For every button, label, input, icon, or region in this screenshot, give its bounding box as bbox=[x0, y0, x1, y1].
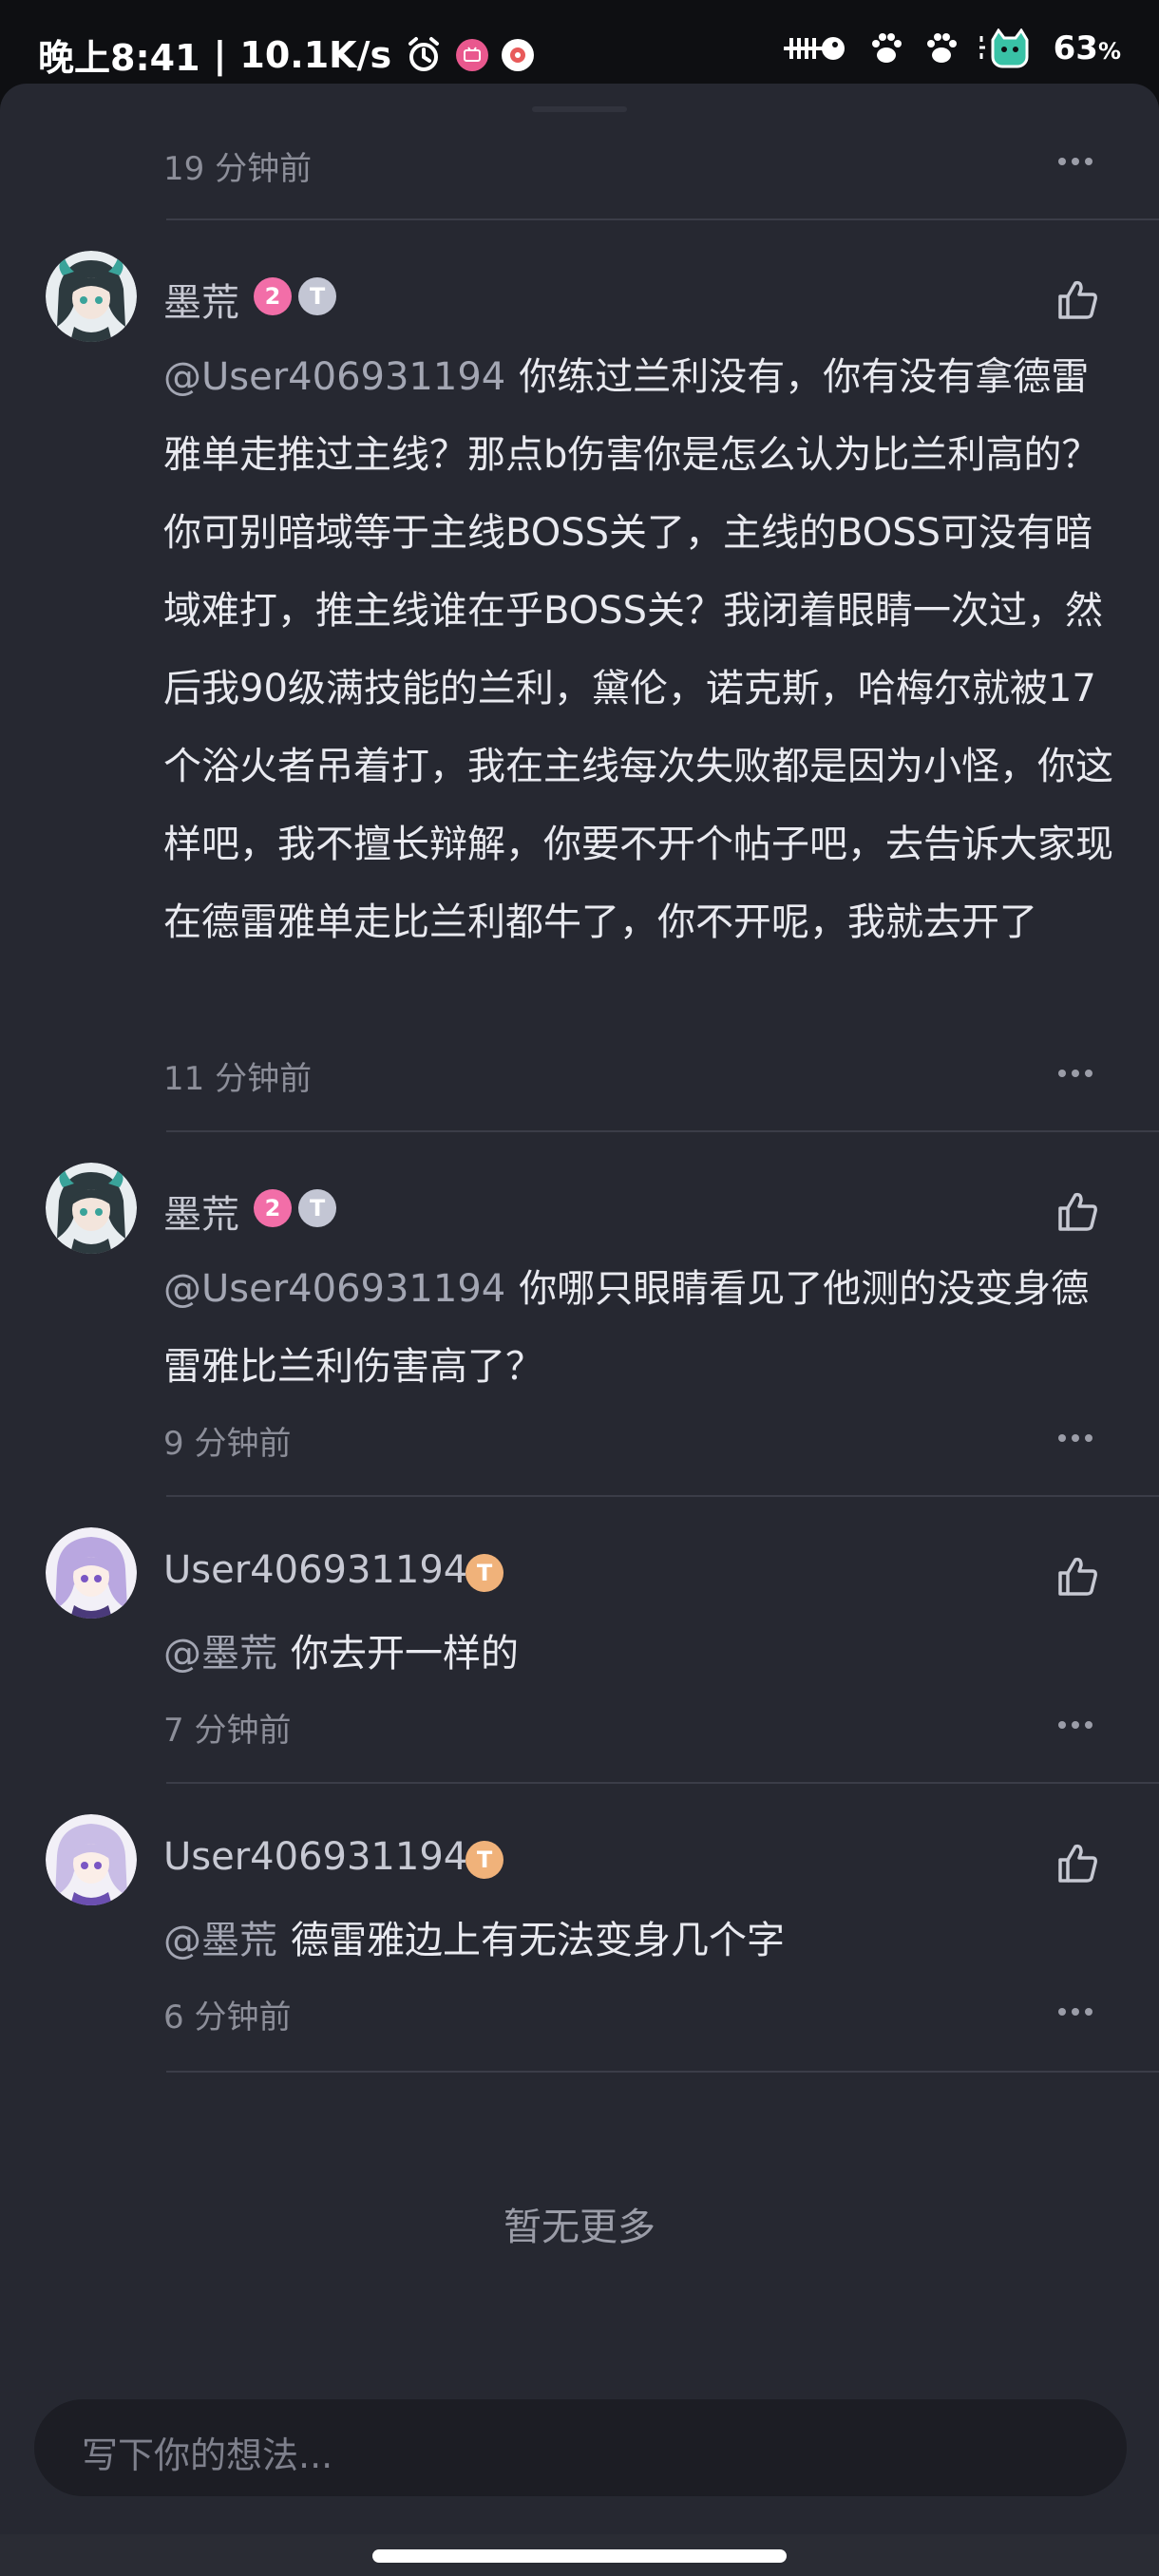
divider bbox=[166, 2071, 1159, 2073]
app-notification-icon-2 bbox=[502, 38, 535, 71]
status-time: 晚上8:41 bbox=[38, 37, 200, 79]
level-badge: 2 bbox=[254, 1189, 292, 1227]
avatar[interactable] bbox=[46, 251, 137, 342]
status-separator: | bbox=[213, 33, 227, 76]
app-notification-icon bbox=[456, 38, 489, 71]
status-left: 晚上8:41 | 10.1K/s bbox=[38, 28, 535, 81]
alarm-icon bbox=[405, 36, 443, 74]
comment-time: 6 分钟前 bbox=[163, 1998, 292, 2036]
cat-battery-icon bbox=[978, 28, 1036, 68]
comment-body: 你练过兰利没有，你有没有拿德雷雅单走推过主线？那点b伤害你是怎么认为比兰利高的？… bbox=[163, 355, 1113, 944]
sheet-drag-handle[interactable] bbox=[532, 106, 627, 112]
divider bbox=[166, 1130, 1159, 1132]
avatar[interactable] bbox=[46, 1527, 137, 1619]
divider bbox=[166, 218, 1159, 220]
divider bbox=[166, 1782, 1159, 1784]
username[interactable]: User406931194 bbox=[163, 1835, 467, 1879]
title-badge: T bbox=[466, 1841, 504, 1879]
mention-link[interactable]: @墨荒 bbox=[163, 1919, 277, 1962]
paw-icon bbox=[867, 29, 905, 67]
avatar[interactable] bbox=[46, 1814, 137, 1905]
divider bbox=[166, 1495, 1159, 1497]
mention-link[interactable]: @墨荒 bbox=[163, 1632, 277, 1676]
home-gesture-bar[interactable] bbox=[372, 2549, 787, 2563]
level-badge: 2 bbox=[254, 277, 292, 315]
username[interactable]: 墨荒 bbox=[163, 1184, 239, 1239]
status-right: 63% bbox=[780, 28, 1121, 68]
no-more-text: 暂无更多 bbox=[504, 2206, 656, 2249]
comment-text: @墨荒 德雷雅边上有无法变身几个字 bbox=[163, 1902, 1113, 1979]
comment-time: 19 分钟前 bbox=[163, 150, 313, 188]
like-thumb-icon[interactable] bbox=[1054, 277, 1100, 323]
like-thumb-icon[interactable] bbox=[1054, 1841, 1100, 1886]
more-options-icon[interactable] bbox=[1058, 1434, 1092, 1444]
like-thumb-icon[interactable] bbox=[1054, 1554, 1100, 1600]
username[interactable]: User406931194 bbox=[163, 1548, 467, 1592]
more-options-icon[interactable] bbox=[1058, 158, 1092, 167]
comment-text: @User406931194 你练过兰利没有，你有没有拿德雷雅单走推过主线？那点b… bbox=[163, 338, 1113, 961]
mention-link[interactable]: @User406931194 bbox=[163, 355, 505, 399]
network-speed: 10.1K/s bbox=[239, 33, 392, 76]
title-badge: T bbox=[298, 1189, 336, 1227]
avatar[interactable] bbox=[46, 1163, 137, 1254]
comment-body: 你去开一样的 bbox=[291, 1632, 519, 1676]
comment-time: 11 分钟前 bbox=[163, 1060, 313, 1098]
title-badge: T bbox=[466, 1554, 504, 1592]
battery-level: 63% bbox=[1053, 29, 1121, 67]
username[interactable]: 墨荒 bbox=[163, 272, 239, 327]
more-options-icon[interactable] bbox=[1058, 1070, 1092, 1079]
system-nav-bar bbox=[0, 2534, 1159, 2576]
mention-link[interactable]: @User406931194 bbox=[163, 1267, 505, 1311]
screen: 晚上8:41 | 10.1K/s 63% 19 分钟前 墨荒 2 T @User… bbox=[0, 0, 1159, 2576]
input-placeholder: 写下你的想法... bbox=[82, 2434, 333, 2476]
comment-input[interactable]: 写下你的想法... bbox=[34, 2399, 1127, 2496]
comment-text: @墨荒 你去开一样的 bbox=[163, 1615, 1113, 1693]
more-options-icon[interactable] bbox=[1058, 2008, 1092, 2017]
more-options-icon[interactable] bbox=[1058, 1721, 1092, 1731]
like-thumb-icon[interactable] bbox=[1054, 1189, 1100, 1235]
comment-body: 德雷雅边上有无法变身几个字 bbox=[291, 1919, 785, 1962]
comment-text: @User406931194 你哪只眼睛看见了他测的没变身德雷雅比兰利伤害高了？ bbox=[163, 1250, 1113, 1406]
paw-icon-2 bbox=[922, 29, 960, 67]
title-badge: T bbox=[298, 277, 336, 315]
comment-time: 7 分钟前 bbox=[163, 1712, 292, 1750]
fish-bone-icon bbox=[780, 30, 850, 66]
comment-time: 9 分钟前 bbox=[163, 1425, 292, 1463]
